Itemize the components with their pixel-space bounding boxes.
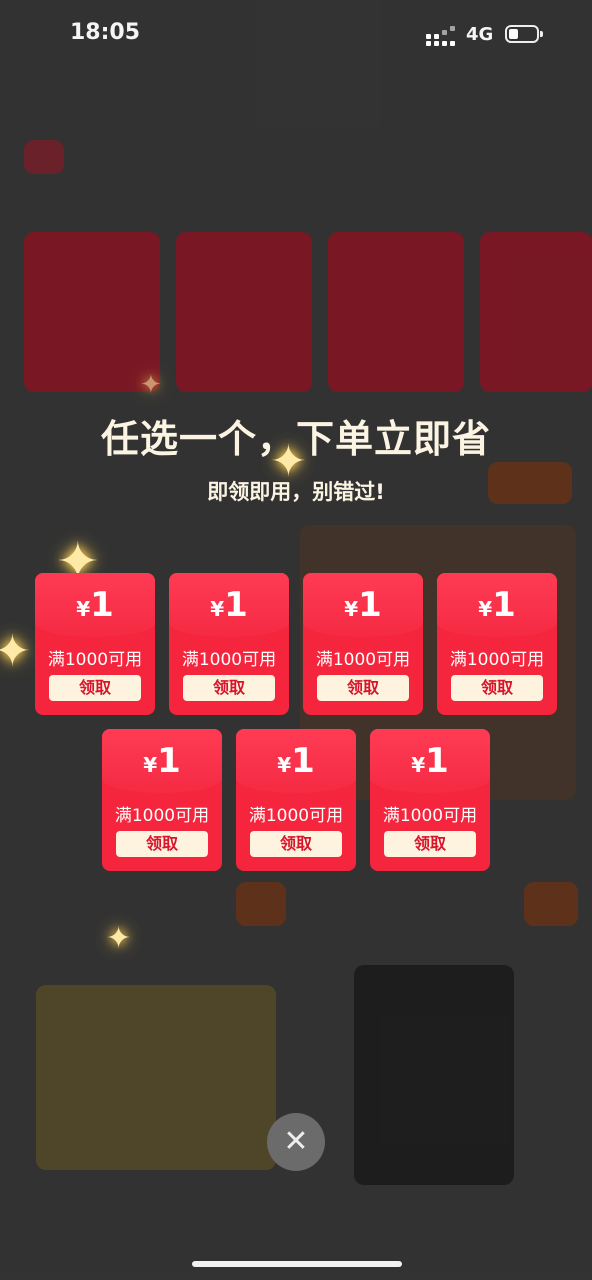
coupon-condition: 满1000可用 xyxy=(248,806,344,826)
coupon-amount: ¥1 xyxy=(303,585,423,625)
coupon-value: 1 xyxy=(425,741,449,781)
coupon-card[interactable]: ¥1 满1000可用 领取 xyxy=(35,573,155,715)
coupon-card[interactable]: ¥1 满1000可用 领取 xyxy=(102,729,222,871)
coupon-currency: ¥ xyxy=(143,753,158,777)
claim-button[interactable]: 领取 xyxy=(183,675,275,701)
signal-icon xyxy=(426,26,458,46)
popup-subline: 即领即用，别错过! xyxy=(207,480,385,504)
coupon-currency: ¥ xyxy=(478,597,493,621)
battery-nub xyxy=(540,31,543,37)
coupon-value: 1 xyxy=(358,585,382,625)
coupon-value: 1 xyxy=(492,585,516,625)
coupon-card[interactable]: ¥1 满1000可用 领取 xyxy=(437,573,557,715)
sparkle-icon: ✦ xyxy=(0,626,31,677)
coupon-currency: ¥ xyxy=(76,597,91,621)
coupon-condition: 满1000可用 xyxy=(114,806,210,826)
coupon-currency: ¥ xyxy=(411,753,426,777)
coupon-amount: ¥1 xyxy=(370,741,490,781)
coupon-condition: 满1000可用 xyxy=(315,650,411,670)
status-time: 18:05 xyxy=(70,20,141,45)
coupon-currency: ¥ xyxy=(210,597,225,621)
close-button[interactable]: ✕ xyxy=(267,1113,325,1171)
coupon-amount: ¥1 xyxy=(102,741,222,781)
claim-button[interactable]: 领取 xyxy=(317,675,409,701)
coupon-currency: ¥ xyxy=(344,597,359,621)
coupon-currency: ¥ xyxy=(277,753,292,777)
coupon-value: 1 xyxy=(157,741,181,781)
battery-level xyxy=(509,29,518,39)
home-indicator[interactable] xyxy=(192,1261,402,1267)
coupon-amount: ¥1 xyxy=(236,741,356,781)
claim-button[interactable]: 领取 xyxy=(250,831,342,857)
popup-headline: 任选一个，下单立即省 xyxy=(100,417,491,461)
coupon-condition: 满1000可用 xyxy=(382,806,478,826)
coupon-card[interactable]: ¥1 满1000可用 领取 xyxy=(303,573,423,715)
claim-button[interactable]: 领取 xyxy=(384,831,476,857)
coupon-value: 1 xyxy=(90,585,114,625)
coupon-card[interactable]: ¥1 满1000可用 领取 xyxy=(169,573,289,715)
battery-icon xyxy=(505,25,543,43)
coupon-amount: ¥1 xyxy=(169,585,289,625)
coupon-card[interactable]: ¥1 满1000可用 领取 xyxy=(370,729,490,871)
sparkle-icon: ✦ xyxy=(140,370,162,400)
claim-button[interactable]: 领取 xyxy=(49,675,141,701)
sparkle-icon: ✦ xyxy=(106,921,132,956)
status-bar: 18:05 4G xyxy=(0,0,592,72)
coupon-value: 1 xyxy=(291,741,315,781)
coupon-card[interactable]: ¥1 满1000可用 领取 xyxy=(236,729,356,871)
claim-button[interactable]: 领取 xyxy=(451,675,543,701)
network-type: 4G xyxy=(466,24,494,45)
coupon-condition: 满1000可用 xyxy=(47,650,143,670)
coupon-condition: 满1000可用 xyxy=(449,650,545,670)
close-icon: ✕ xyxy=(283,1124,309,1159)
coupon-condition: 满1000可用 xyxy=(181,650,277,670)
claim-button[interactable]: 领取 xyxy=(116,831,208,857)
coupon-value: 1 xyxy=(224,585,248,625)
coupon-amount: ¥1 xyxy=(437,585,557,625)
coupon-amount: ¥1 xyxy=(35,585,155,625)
